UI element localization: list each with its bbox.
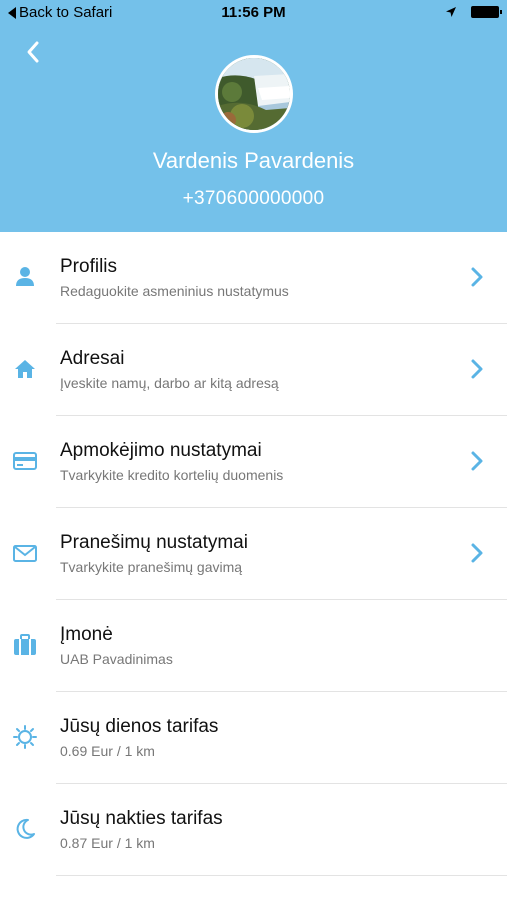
status-time: 11:56 PM [221,4,286,21]
chevron-right-icon [471,451,483,471]
settings-menu: Profilis Redaguokite asmeninius nustatym… [0,232,507,876]
status-indicators [445,6,502,18]
chevron-right-icon [471,543,483,563]
menu-item-payment-settings[interactable]: Apmokėjimo nustatymai Tvarkykite kredito… [0,416,507,508]
menu-item-subtitle: 0.87 Eur / 1 km [60,835,155,851]
moon-icon [16,818,35,839]
briefcase-icon [14,634,36,655]
battery-icon [471,6,502,18]
menu-item-company: Įmonė UAB Pavadinimas [0,600,507,692]
menu-item-subtitle: Redaguokite asmeninius nustatymus [60,283,289,299]
menu-item-night-rate: Jūsų nakties tarifas 0.87 Eur / 1 km [0,784,507,876]
menu-item-title: Adresai [60,348,125,369]
menu-item-title: Pranešimų nustatymai [60,532,248,553]
divider [56,875,507,876]
menu-item-title: Jūsų dienos tarifas [60,716,219,737]
user-name: Vardenis Pavardenis [152,148,355,173]
person-icon [16,267,34,286]
menu-item-notification-settings[interactable]: Pranešimų nustatymai Tvarkykite pranešim… [0,508,507,600]
menu-item-subtitle: Tvarkykite kredito kortelių duomenis [60,467,284,483]
back-button[interactable] [20,38,48,66]
menu-item-addresses[interactable]: Adresai Įveskite namų, darbo ar kitą adr… [0,324,507,416]
avatar-waterfall-image [218,58,290,130]
menu-item-subtitle: Įveskite namų, darbo ar kitą adresą [60,375,279,391]
profile-header: Back to Safari 11:56 PM Vardenis Pavarde… [0,0,507,232]
menu-item-profile[interactable]: Profilis Redaguokite asmeninius nustatym… [0,232,507,324]
menu-item-title: Profilis [60,256,118,277]
credit-card-icon [13,452,37,470]
menu-item-subtitle: UAB Pavadinimas [60,651,173,667]
menu-item-title: Įmonė [60,624,113,645]
menu-item-subtitle: 0.69 Eur / 1 km [60,743,155,759]
location-arrow-icon [446,7,456,17]
envelope-icon [13,545,37,562]
home-icon [15,360,35,378]
status-bar: Back to Safari 11:56 PM [0,0,507,28]
menu-item-title: Apmokėjimo nustatymai [60,440,262,461]
menu-item-title: Jūsų nakties tarifas [60,808,223,829]
chevron-right-icon [471,359,483,379]
menu-item-subtitle: Tvarkykite pranešimų gavimą [60,559,243,575]
chevron-left-icon [27,41,39,63]
user-phone: +370600000000 [182,188,325,209]
menu-item-day-rate: Jūsų dienos tarifas 0.69 Eur / 1 km [0,692,507,784]
sun-icon [13,725,37,749]
avatar[interactable] [215,55,293,133]
chevron-right-icon [471,267,483,287]
